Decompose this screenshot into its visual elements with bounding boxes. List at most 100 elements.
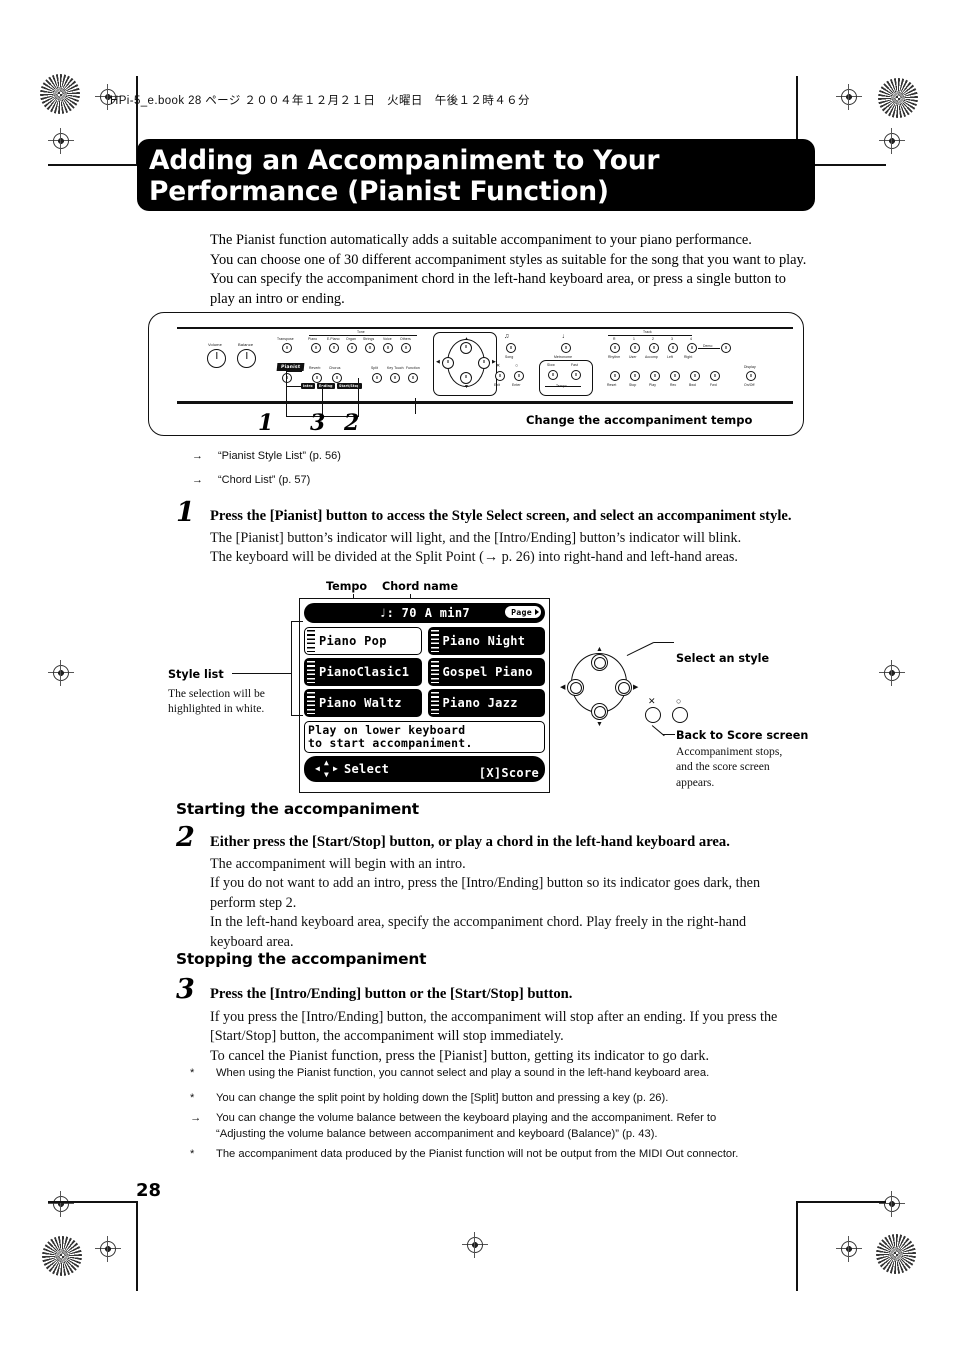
panel-button-rec[interactable] xyxy=(670,371,680,381)
registration-mark-bottom-left xyxy=(48,1191,74,1217)
panel-label-chorus: Chorus xyxy=(329,366,341,370)
step-2-heading: Either press the [Start/Stop] button, or… xyxy=(210,834,730,850)
panel-button-fwd[interactable] xyxy=(710,371,720,381)
panel-button-metronome[interactable] xyxy=(561,343,571,353)
panel-button-strings[interactable] xyxy=(365,343,375,353)
crop-mark-bottom-left-v xyxy=(136,1201,138,1291)
note-marker-2: * xyxy=(190,1092,195,1104)
panel-label-fwd: Fwd xyxy=(710,383,717,387)
panel-button-tempo-slow[interactable] xyxy=(548,370,558,380)
exit-button-illustration[interactable] xyxy=(645,707,661,723)
step-2-body-line-3: perform step 2. xyxy=(210,894,297,911)
lcd-style-list: Piano Pop Piano Night PianoClasic1 Gospe… xyxy=(304,627,545,717)
step-1-body-line-1: The [Pianist] button’s indicator will li… xyxy=(210,530,742,546)
lcd-style-label-2: PianoClasic1 xyxy=(319,665,410,679)
reference-text-2[interactable]: “Chord List” (p. 57) xyxy=(218,474,310,486)
panel-button-track-2[interactable] xyxy=(649,343,659,353)
lcd-style-label-3: Gospel Piano xyxy=(442,665,533,679)
panel-button-function[interactable] xyxy=(408,373,418,383)
step-3-body-line-1: If you press the [Intro/Ending] button, … xyxy=(210,1009,778,1025)
crop-mark-bottom-left-h xyxy=(48,1201,138,1203)
panel-button-tempo-fast[interactable] xyxy=(571,370,581,380)
lcd-chord-name: A min7 xyxy=(424,606,470,620)
style-list-desc-line-2: highlighted in white. xyxy=(168,702,265,716)
panel-label-rhythm: Rhythm xyxy=(608,355,621,359)
lcd-status-bar: ♩ : 70 A min7 Page xyxy=(304,603,545,623)
panel-button-enter[interactable] xyxy=(514,371,524,381)
lcd-style-item-piano-jazz[interactable]: Piano Jazz xyxy=(427,689,545,717)
panel-button-piano[interactable] xyxy=(311,343,321,353)
intro-line-2: You can choose one of 30 different accom… xyxy=(210,251,807,268)
panel-button-track-r[interactable] xyxy=(610,343,620,353)
panel-button-bwd[interactable] xyxy=(690,371,700,381)
halftone-target-bottom-right xyxy=(876,1234,916,1274)
panel-button-others[interactable] xyxy=(401,343,411,353)
panel-cursor-left[interactable] xyxy=(442,357,454,369)
lcd-style-item-gospel-piano[interactable]: Gospel Piano xyxy=(427,658,545,686)
panel-button-track-4[interactable] xyxy=(687,343,697,353)
panel-label-left: Left xyxy=(667,355,674,359)
panel-button-exit[interactable] xyxy=(495,371,505,381)
panel-cursor-up-arrow-icon: ▲ xyxy=(464,337,469,342)
panel-label-track-3: 3 xyxy=(671,337,673,341)
lcd-style-item-piano-waltz[interactable]: Piano Waltz xyxy=(304,689,422,717)
style-list-annotation-desc: The selection will be highlighted in whi… xyxy=(168,686,298,717)
nav-button-up[interactable] xyxy=(591,654,608,671)
note-text-4: The accompaniment data produced by the P… xyxy=(216,1148,739,1160)
spiral-binding-icon xyxy=(430,692,439,714)
lcd-screen: ♩ : 70 A min7 Page Piano Pop Piano Night… xyxy=(299,598,550,793)
panel-button-key-touch[interactable] xyxy=(390,373,400,383)
panel-cursor-down[interactable] xyxy=(460,372,472,384)
panel-knob-volume[interactable] xyxy=(207,349,226,368)
panel-button-reverb[interactable] xyxy=(312,373,322,383)
reference-text-1[interactable]: “Pianist Style List” (p. 56) xyxy=(218,450,341,462)
callout-1-line-v xyxy=(286,371,288,417)
panel-button-play[interactable] xyxy=(650,371,660,381)
panel-button-split[interactable] xyxy=(372,373,382,383)
panel-button-transpose[interactable] xyxy=(282,343,292,353)
style-list-leader-h xyxy=(232,673,292,675)
panel-cursor-down-arrow-icon: ▼ xyxy=(464,385,469,390)
panel-knob-balance[interactable] xyxy=(237,349,256,368)
panel-button-display[interactable] xyxy=(746,371,756,381)
panel-button-demo[interactable] xyxy=(721,343,731,353)
registration-mark-bottom-center xyxy=(462,1232,488,1258)
panel-label-balance: Balance xyxy=(238,342,254,347)
panel-label-display: Display xyxy=(744,365,756,369)
lcd-page-button[interactable]: Page xyxy=(505,606,541,618)
lcd-select-label: Select xyxy=(344,762,390,776)
tempo-caption-line-v xyxy=(415,398,417,414)
panel-button-track-3[interactable] xyxy=(668,343,678,353)
panel-button-organ[interactable] xyxy=(347,343,357,353)
panel-button-stop[interactable] xyxy=(630,371,640,381)
book-header-line: HPi-5_e.book 28 ページ ２００４年１２月２１日 火曜日 午後１２… xyxy=(110,95,530,107)
lcd-style-item-piano-pop[interactable]: Piano Pop xyxy=(304,627,422,655)
nav-button-down[interactable] xyxy=(591,703,608,720)
panel-demo-line xyxy=(698,348,720,349)
panel-button-song[interactable] xyxy=(506,343,516,353)
halftone-target-top-right xyxy=(878,78,918,118)
nav-up-arrow-icon: ▲ xyxy=(596,645,603,653)
registration-mark-left-middle xyxy=(48,660,74,686)
lcd-callout-chord-label: Chord name xyxy=(382,580,459,593)
lcd-style-label-4: Piano Waltz xyxy=(319,696,402,710)
lcd-style-item-piano-night[interactable]: Piano Night xyxy=(427,627,545,655)
panel-button-track-1[interactable] xyxy=(630,343,640,353)
step-number-3: 3 xyxy=(176,974,195,1005)
panel-cursor-right[interactable] xyxy=(478,357,490,369)
lcd-style-item-pianoclasic1[interactable]: PianoClasic1 xyxy=(304,658,422,686)
nav-button-left[interactable] xyxy=(567,679,584,696)
panel-button-reset[interactable] xyxy=(610,371,620,381)
panel-cursor-up[interactable] xyxy=(460,342,472,354)
panel-button-voice[interactable] xyxy=(383,343,393,353)
enter-o-icon: ○ xyxy=(676,696,682,706)
halftone-target-top-left xyxy=(40,74,80,114)
nav-button-right[interactable] xyxy=(615,679,632,696)
panel-label-user: User xyxy=(629,355,637,359)
panel-button-e-piano[interactable] xyxy=(329,343,339,353)
panel-button-chorus[interactable] xyxy=(332,373,342,383)
enter-button-illustration[interactable] xyxy=(672,707,688,723)
step-3-body-line-3: To cancel the Pianist function, press th… xyxy=(210,1047,710,1064)
section-heading-starting: Starting the accompaniment xyxy=(176,800,419,818)
callout-number-2: 2 xyxy=(344,410,360,436)
